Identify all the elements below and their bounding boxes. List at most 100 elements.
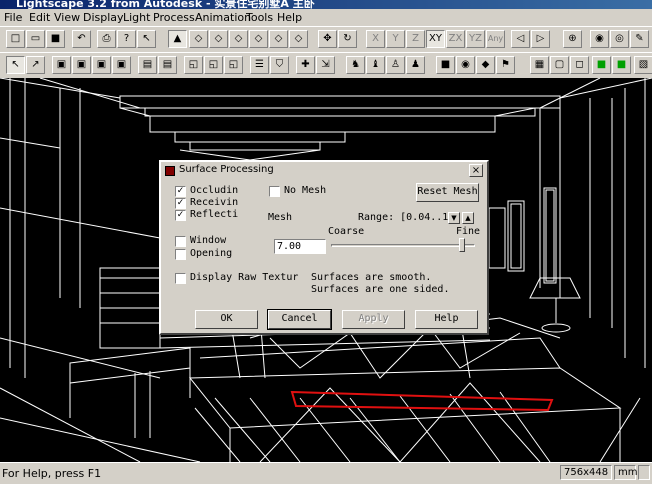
menu-display[interactable]: Display bbox=[83, 11, 124, 24]
coarse-label: Coarse bbox=[328, 226, 365, 237]
select-surface-icon[interactable]: ▣ bbox=[52, 56, 71, 74]
print-icon[interactable]: ⎙ bbox=[97, 30, 116, 48]
page-2-icon[interactable]: ▤ bbox=[158, 56, 177, 74]
range-down-button[interactable]: ▼ bbox=[448, 212, 460, 224]
previous-view-icon[interactable]: ◁ bbox=[511, 30, 530, 48]
window-label: Window bbox=[190, 235, 227, 246]
shaded-cube-icon[interactable]: ■ bbox=[612, 56, 631, 74]
close-icon[interactable]: × bbox=[469, 164, 483, 177]
select-cross-icon[interactable]: ▣ bbox=[92, 56, 111, 74]
dialog-title-bar: Surface Processing × bbox=[163, 164, 485, 178]
zoom-icon[interactable]: ⊕ bbox=[563, 30, 582, 48]
arrow-select-icon[interactable]: ↖ bbox=[6, 56, 25, 74]
reflecting-label: Reflecti bbox=[190, 209, 239, 220]
menu-file[interactable]: File bbox=[4, 11, 22, 24]
black-square-icon[interactable]: ■ bbox=[436, 56, 455, 74]
pan-icon[interactable]: ✥ bbox=[318, 30, 337, 48]
open-folder-icon[interactable]: ▭ bbox=[26, 30, 45, 48]
select-filter-icon[interactable]: ↗ bbox=[26, 56, 45, 74]
reset-mesh-button[interactable]: Reset Mesh bbox=[416, 183, 479, 202]
select-window-icon[interactable]: ▣ bbox=[72, 56, 91, 74]
range-up-button[interactable]: ▲ bbox=[462, 212, 474, 224]
walk-eye-icon[interactable]: ◎ bbox=[610, 30, 629, 48]
ok-button[interactable]: OK bbox=[195, 310, 258, 329]
reflecting-checkbox[interactable]: ✓ bbox=[175, 210, 186, 221]
menu-tools[interactable]: Tools bbox=[246, 11, 273, 24]
save-disk-icon[interactable]: ■ bbox=[46, 30, 65, 48]
receiving-checkbox[interactable]: ✓ bbox=[175, 198, 186, 209]
apply-button[interactable]: Apply bbox=[342, 310, 405, 329]
cube-view-3-icon[interactable]: ◇ bbox=[229, 30, 248, 48]
figure-2-icon[interactable]: ♝ bbox=[366, 56, 385, 74]
status-extra-panel bbox=[638, 465, 650, 480]
menu-help[interactable]: Help bbox=[277, 11, 302, 24]
new-file-icon[interactable]: □ bbox=[6, 30, 25, 48]
cube-view-5-icon[interactable]: ◇ bbox=[269, 30, 288, 48]
cube-view-6-icon[interactable]: ◇ bbox=[289, 30, 308, 48]
occluding-checkbox[interactable]: ✓ bbox=[175, 186, 186, 197]
polygon-3-icon[interactable]: ◱ bbox=[224, 56, 243, 74]
select-remove-icon[interactable]: ▣ bbox=[112, 56, 131, 74]
menu-light[interactable]: Light bbox=[123, 11, 150, 24]
green-render-icon[interactable]: ◉ bbox=[456, 56, 475, 74]
eye-icon[interactable]: ◉ bbox=[590, 30, 609, 48]
menu-edit[interactable]: Edit bbox=[29, 11, 50, 24]
cube-view-4-icon[interactable]: ◇ bbox=[249, 30, 268, 48]
figure-3-icon[interactable]: ♟ bbox=[406, 56, 425, 74]
white-cube-icon[interactable]: ◻ bbox=[570, 56, 589, 74]
page-1-icon[interactable]: ▤ bbox=[138, 56, 157, 74]
walk-figure-icon[interactable]: ♙ bbox=[386, 56, 405, 74]
no-mesh-label: No Mesh bbox=[284, 185, 327, 196]
add-light-icon[interactable]: ✚ bbox=[296, 56, 315, 74]
toolbar-main: □ ▭ ■ ↶ ⎙ ? ↖ ▲ ◇ ◇ ◇ ◇ ◇ ◇ ✥ ↻ X Y Z XY… bbox=[0, 26, 652, 53]
receiving-label: Receivin bbox=[190, 197, 239, 208]
filter-icon[interactable]: ⛉ bbox=[270, 56, 289, 74]
menu-view[interactable]: View bbox=[54, 11, 80, 24]
texture-icon[interactable]: ▧ bbox=[634, 56, 652, 74]
dialog-title: Surface Processing bbox=[179, 164, 274, 175]
cube-view-1-icon[interactable]: ◇ bbox=[189, 30, 208, 48]
window-checkbox[interactable] bbox=[175, 236, 186, 247]
help-button[interactable]: Help bbox=[415, 310, 478, 329]
context-help-icon[interactable]: ↖ bbox=[137, 30, 156, 48]
toolbar-tools: ↖ ↗ ▣ ▣ ▣ ▣ ▤ ▤ ◱ ◱ ◱ ☰ ⛉ ✚ ⇲ ♞ ♝ ♙ ♟ ■ … bbox=[0, 52, 652, 80]
cancel-button[interactable]: Cancel bbox=[267, 309, 332, 330]
wire-cube-icon[interactable]: ▢ bbox=[550, 56, 569, 74]
view-y-button[interactable]: Y bbox=[386, 30, 405, 48]
green-cube-icon[interactable]: ■ bbox=[592, 56, 611, 74]
undo-icon[interactable]: ↶ bbox=[72, 30, 91, 48]
display-raw-texture-checkbox[interactable] bbox=[175, 273, 186, 284]
display-raw-texture-label: Display Raw Textur bbox=[190, 272, 299, 283]
display-mode-icon[interactable]: ◆ bbox=[476, 56, 495, 74]
occluding-label: Occludin bbox=[190, 185, 239, 196]
menu-process[interactable]: Process bbox=[153, 11, 195, 24]
view-z-button[interactable]: Z bbox=[406, 30, 425, 48]
render-icon[interactable]: ✎ bbox=[630, 30, 649, 48]
view-zx-button[interactable]: ZX bbox=[446, 30, 465, 48]
polygon-2-icon[interactable]: ◱ bbox=[204, 56, 223, 74]
mesh-slider[interactable] bbox=[331, 244, 475, 247]
view-x-button[interactable]: X bbox=[366, 30, 385, 48]
cube-view-2-icon[interactable]: ◇ bbox=[209, 30, 228, 48]
polygon-1-icon[interactable]: ◱ bbox=[184, 56, 203, 74]
mesh-value-input[interactable]: 7.00 bbox=[274, 239, 326, 254]
orbit-icon[interactable]: ↻ bbox=[338, 30, 357, 48]
view-any-button[interactable]: Any bbox=[486, 30, 505, 48]
status-resolution: 756x448 bbox=[560, 465, 612, 480]
solution-icon[interactable]: ⚑ bbox=[496, 56, 515, 74]
figure-1-icon[interactable]: ♞ bbox=[346, 56, 365, 74]
smooth-info-text: Surfaces are smooth. bbox=[311, 272, 432, 283]
menu-bar: File Edit View Display Light Process Ani… bbox=[0, 9, 652, 26]
opening-checkbox[interactable] bbox=[175, 249, 186, 260]
help-question-icon[interactable]: ? bbox=[117, 30, 136, 48]
view-yz-button[interactable]: YZ bbox=[466, 30, 485, 48]
select-mode-icon[interactable]: ▲ bbox=[168, 30, 187, 48]
list-icon[interactable]: ☰ bbox=[250, 56, 269, 74]
menu-animation[interactable]: Animation bbox=[195, 11, 251, 24]
mesh-slider-thumb[interactable] bbox=[459, 238, 466, 252]
no-mesh-checkbox[interactable] bbox=[269, 186, 280, 197]
view-xy-button[interactable]: XY bbox=[426, 30, 445, 48]
grid-icon[interactable]: ▦ bbox=[530, 56, 549, 74]
move-light-icon[interactable]: ⇲ bbox=[316, 56, 335, 74]
next-view-icon[interactable]: ▷ bbox=[531, 30, 550, 48]
